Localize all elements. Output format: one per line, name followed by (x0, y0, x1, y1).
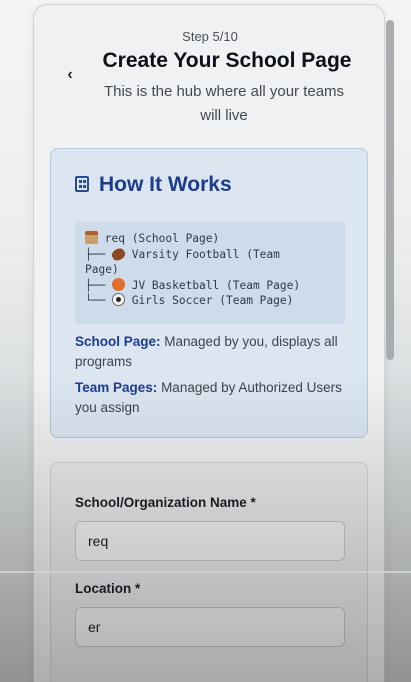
school-page-description: School Page: Managed by you, displays al… (75, 332, 351, 372)
school-icon (85, 231, 98, 244)
page-subtitle: This is the hub where all your teams wil… (103, 83, 345, 124)
location-input[interactable] (75, 607, 345, 647)
team-pages-description: Team Pages: Managed by Authorized Users … (75, 378, 351, 418)
scrollbar[interactable] (386, 20, 394, 360)
step-indicator: Step 5/10 (182, 29, 238, 44)
tree-root-label: req (School Page) (104, 232, 220, 245)
team-pages-term: Team Pages: (75, 380, 158, 395)
school-name-input[interactable] (75, 521, 345, 561)
tree-item-label: JV Basketball (Team Page) (131, 278, 301, 292)
onboarding-card: Step 5/10 ‹ Create Your School Page This… (33, 4, 385, 682)
how-it-works-panel: How It Works req (School Page) ├── Varsi… (50, 148, 368, 438)
tree-branch: └── (85, 294, 112, 308)
page-title: Create Your School Page (102, 49, 352, 72)
back-chevron-icon[interactable]: ‹ (62, 65, 78, 85)
name-label: School/Organization Name * (75, 495, 256, 510)
football-icon (110, 246, 127, 263)
tree-item: └── Girls Soccer (Team Page) (85, 293, 335, 309)
tree-root: req (School Page) (85, 231, 335, 247)
how-it-works-title: How It Works (99, 173, 232, 196)
tree-branch: ├── (85, 278, 112, 292)
tree-item-wrap: Page) (85, 262, 335, 278)
building-icon (75, 176, 89, 192)
how-it-works-heading: How It Works (75, 173, 232, 197)
structure-tree: req (School Page) ├── Varsity Football (… (75, 221, 345, 324)
divider (0, 571, 411, 573)
tree-item: ├── Varsity Football (Team (85, 246, 335, 263)
tree-item: ├── JV Basketball (Team Page) (85, 277, 335, 294)
tree-item-label: Girls Soccer (Team Page) (131, 294, 294, 308)
basketball-icon (111, 277, 125, 291)
school-page-term: School Page: (75, 334, 161, 349)
tree-item-label-wrap: Page) (85, 263, 119, 277)
soccer-icon (111, 293, 125, 307)
screen: Step 5/10 ‹ Create Your School Page This… (0, 0, 411, 682)
tree-item-label: Varsity Football (Team (131, 247, 280, 261)
tree-branch: ├── (85, 247, 112, 261)
location-label: Location * (75, 581, 141, 596)
